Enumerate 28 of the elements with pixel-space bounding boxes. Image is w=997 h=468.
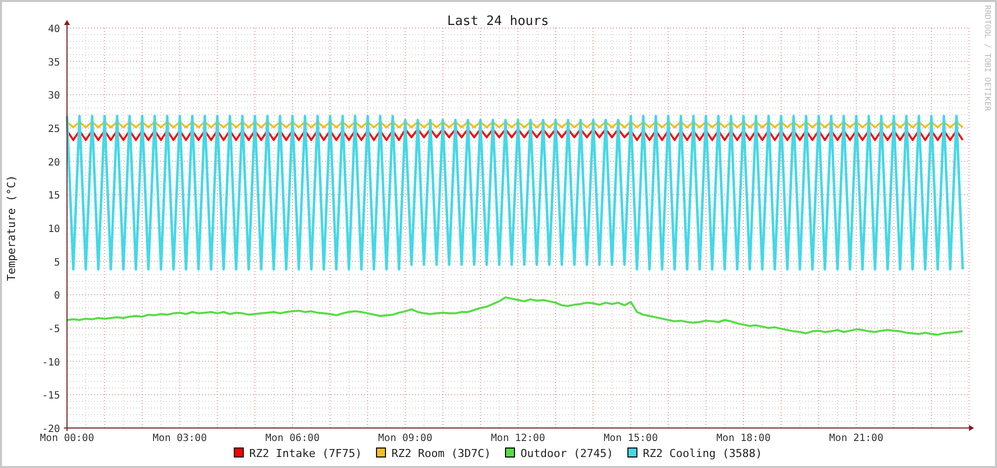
legend-label: RZ2 Cooling (3588) <box>642 447 762 460</box>
tick-label: Mon 12:00 <box>490 433 546 444</box>
tick-label: -5 <box>48 324 60 335</box>
tick-label: 0 <box>54 290 60 302</box>
tick-label: 30 <box>48 90 60 102</box>
legend-label: RZ2 Intake (7F75) <box>249 447 362 460</box>
tick-label: Mon 09:00 <box>378 433 432 444</box>
tick-label: Mon 03:00 <box>152 433 207 444</box>
tick-label: 40 <box>48 24 60 35</box>
credit-text: RRDTOOL / TOBI OETIKER <box>983 5 992 111</box>
tick-label: -20 <box>42 424 60 435</box>
tick-label: Mon 06:00 <box>265 433 320 444</box>
tick-label: 10 <box>48 224 60 235</box>
tick-label: 25 <box>48 124 60 135</box>
tick-label: 35 <box>48 57 60 68</box>
legend-label: Outdoor (2745) <box>520 447 614 460</box>
tick-label: -15 <box>42 390 60 402</box>
tick-label: Mon 00:00 <box>40 433 94 444</box>
tick-label: 20 <box>48 157 60 168</box>
legend-label: RZ2 Room (3D7C) <box>392 447 491 460</box>
tick-label: 5 <box>54 257 60 268</box>
tick-label: 15 <box>48 190 60 202</box>
tick-label: Mon 21:00 <box>829 433 884 444</box>
axis-title: Temperature (°C) <box>5 175 18 281</box>
tick-label: -10 <box>42 357 60 368</box>
tick-label: Mon 18:00 <box>716 433 771 444</box>
tick-label: Mon 15:00 <box>604 433 658 444</box>
chart-title: Last 24 hours <box>447 14 549 29</box>
